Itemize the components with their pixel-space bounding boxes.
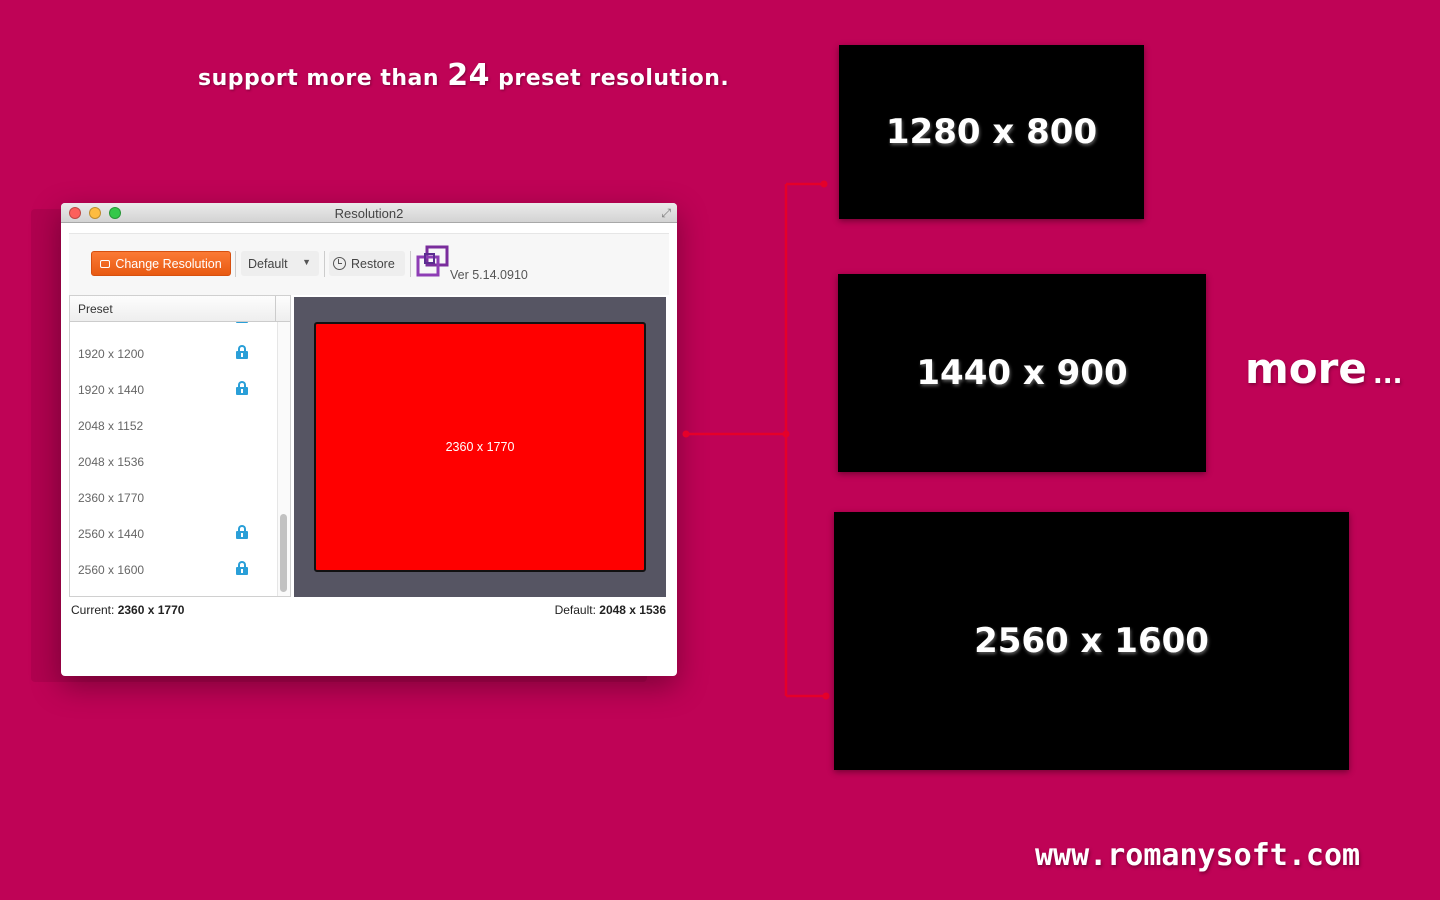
resolution-label: 1280 x 800 (885, 112, 1098, 152)
resolution-label: 1440 x 900 (916, 353, 1128, 393)
resolution-label: 2560 x 1600 (974, 621, 1209, 661)
more-dots: ... (1372, 360, 1403, 390)
more-word: more (1245, 344, 1367, 393)
connector-dot (820, 180, 828, 188)
website-url: www.romanysoft.com (1035, 838, 1361, 873)
more-text: more... (1245, 344, 1402, 393)
resolution-box-small: 1280 x 800 (839, 45, 1144, 219)
connector-dot (682, 430, 690, 438)
resolution-box-medium: 1440 x 900 (838, 274, 1206, 472)
connector-dot (822, 692, 830, 700)
connector-dot (782, 430, 790, 438)
resolution-box-large: 2560 x 1600 (834, 512, 1349, 770)
